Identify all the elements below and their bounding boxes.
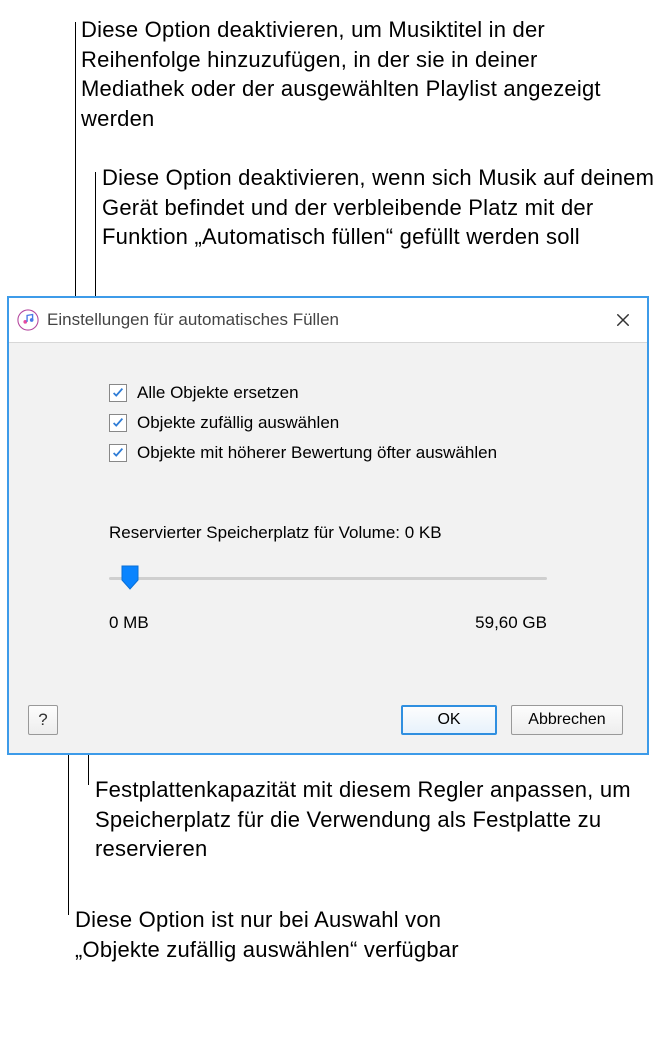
checkbox-label: Alle Objekte ersetzen: [137, 383, 299, 403]
checkbox-label: Objekte mit höherer Bewertung öfter ausw…: [137, 443, 497, 463]
reserved-space-label: Reservierter Speicherplatz für Volume: 0…: [109, 523, 647, 543]
titlebar: Einstellungen für automatisches Füllen: [9, 298, 647, 343]
dialog-autofill-settings: Einstellungen für automatisches Füllen A…: [7, 296, 649, 755]
reserved-space-slider[interactable]: [109, 565, 547, 591]
checkbox-higher-rating[interactable]: [109, 444, 127, 462]
dialog-title: Einstellungen für automatisches Füllen: [47, 310, 339, 330]
callout-replace-items: Diese Option deaktivieren, wenn sich Mus…: [102, 163, 662, 252]
slider-track: [109, 577, 547, 580]
callout-higher-rating: Diese Option ist nur bei Auswahl von „Ob…: [75, 905, 495, 964]
checkbox-row-random: Objekte zufällig auswählen: [109, 413, 647, 433]
ok-button[interactable]: OK: [401, 705, 497, 735]
callout-random-order: Diese Option deaktivieren, um Musiktitel…: [81, 15, 641, 134]
checkbox-replace-all[interactable]: [109, 384, 127, 402]
slider-min-label: 0 MB: [109, 613, 149, 633]
checkbox-label: Objekte zufällig auswählen: [137, 413, 339, 433]
button-row: OK Abbrechen: [401, 705, 623, 735]
dialog-content: Alle Objekte ersetzen Objekte zufällig a…: [9, 343, 647, 753]
checkbox-row-replace-all: Alle Objekte ersetzen: [109, 383, 647, 403]
close-button[interactable]: [611, 308, 635, 332]
itunes-icon: [17, 309, 39, 331]
cancel-button[interactable]: Abbrechen: [511, 705, 623, 735]
slider-thumb[interactable]: [121, 565, 139, 596]
slider-max-label: 59,60 GB: [475, 613, 547, 633]
checkbox-random[interactable]: [109, 414, 127, 432]
slider-limits: 0 MB 59,60 GB: [109, 613, 547, 633]
help-button[interactable]: ?: [28, 705, 58, 735]
checkbox-row-higher-rating: Objekte mit höherer Bewertung öfter ausw…: [109, 443, 647, 463]
callout-slider: Festplattenkapazität mit diesem Regler a…: [95, 775, 655, 864]
